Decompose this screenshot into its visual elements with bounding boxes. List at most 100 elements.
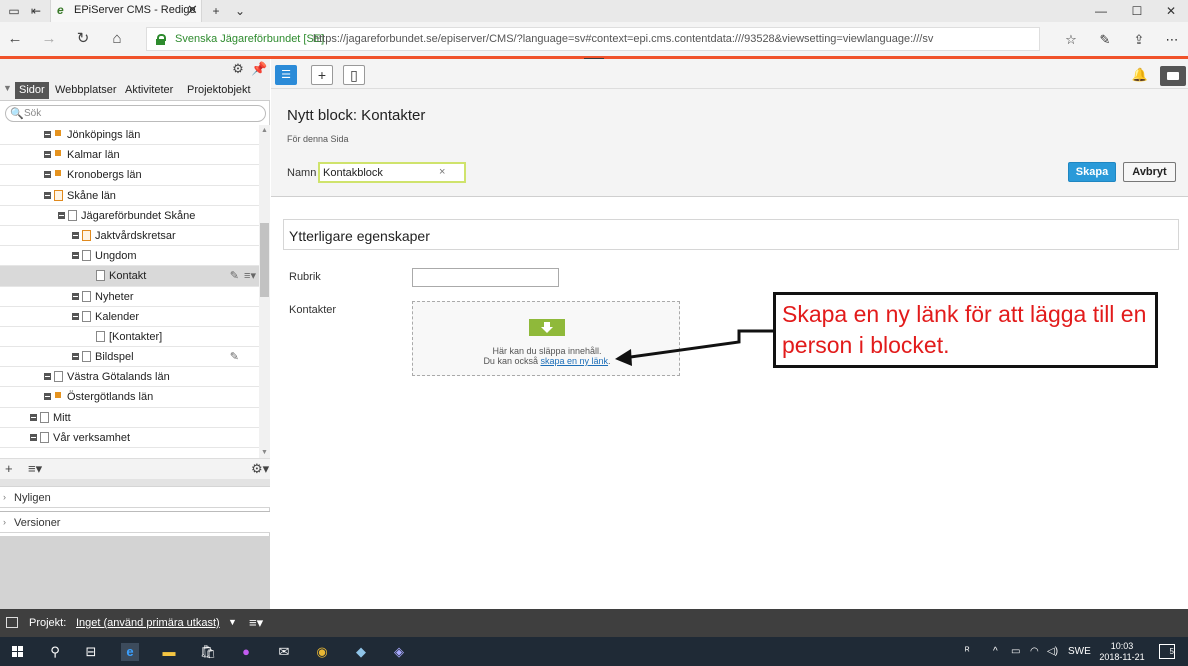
tree-item[interactable]: Mitt (0, 408, 259, 428)
pin-icon[interactable]: 📌 (251, 61, 267, 77)
tree-item[interactable]: Kalmar län (0, 145, 259, 166)
volume-icon[interactable]: ◁) (1047, 646, 1058, 657)
url-text[interactable]: https://jagareforbundet.se/episerver/CMS… (313, 33, 933, 45)
address-field[interactable]: Svenska Jägareförbundet [SE] https://jag… (146, 27, 1040, 51)
tray-overflow-icon[interactable]: ^ (993, 646, 998, 657)
tab-list-chevron-icon[interactable]: ⌄ (232, 3, 248, 19)
tab-projektobjekt[interactable]: Projektobjekt (183, 82, 255, 99)
collapse-toggle-icon[interactable] (30, 413, 37, 421)
close-window-icon[interactable]: ✕ (1156, 2, 1186, 20)
tree-item[interactable]: Jaktvårdskretsar (0, 226, 259, 247)
file-explorer-icon[interactable]: ▬ (160, 643, 178, 661)
collapse-toggle-icon[interactable] (44, 131, 51, 138)
mail-icon[interactable]: ✉ (275, 643, 293, 661)
back-arrow-icon[interactable]: ← (6, 30, 24, 48)
tree-item[interactable]: Ungdom (0, 246, 259, 267)
notes-pen-icon[interactable]: ✎ (1096, 31, 1114, 49)
network-icon[interactable]: ◠ (1030, 646, 1039, 657)
tab-sets-icon[interactable]: ▭ (6, 3, 22, 19)
edit-pencil-icon[interactable]: ✎ (230, 269, 239, 282)
favorites-icon[interactable]: ☆ (1062, 31, 1080, 49)
scroll-down-icon[interactable]: ▼ (259, 447, 270, 458)
chevron-down-icon[interactable]: ▼ (228, 617, 237, 627)
new-tab-icon[interactable]: + (208, 3, 224, 19)
collapse-toggle-icon[interactable] (72, 252, 79, 260)
language-indicator[interactable]: SWE (1068, 646, 1091, 657)
edge-browser-icon[interactable]: e (121, 643, 139, 661)
collapse-toggle-icon[interactable] (72, 292, 79, 300)
add-content-icon[interactable]: + (311, 65, 333, 85)
tab-webbplatser[interactable]: Webbplatser (51, 82, 121, 99)
section-nyligen[interactable]: › Nyligen (0, 486, 270, 508)
task-view-icon[interactable]: ⊟ (82, 643, 100, 661)
add-icon[interactable]: + (5, 461, 13, 477)
tree-item[interactable]: [Kontakter] (0, 327, 259, 348)
notification-bell-icon[interactable]: 🔔 (1132, 67, 1148, 83)
tree-item[interactable]: Kalender (0, 307, 259, 327)
search-icon[interactable]: ⚲ (46, 643, 64, 661)
collapse-toggle-icon[interactable] (44, 191, 51, 199)
tree-item[interactable]: Västra Götalands län (0, 367, 259, 388)
app-icon[interactable]: ● (237, 643, 255, 661)
collapse-toggle-icon[interactable] (72, 353, 79, 361)
refresh-icon[interactable]: ↻ (74, 30, 92, 48)
tree-item[interactable]: Jönköpings län (0, 125, 259, 146)
tree-item[interactable]: Nyheter (0, 287, 259, 307)
menu-lines-icon[interactable]: ≡▾ (28, 461, 42, 477)
name-input[interactable] (323, 166, 433, 179)
maximize-icon[interactable]: ☐ (1122, 2, 1152, 20)
page-tree-toggle-icon[interactable]: ☰ (275, 65, 297, 85)
collapse-toggle-icon[interactable] (30, 433, 37, 441)
create-button[interactable]: Skapa (1068, 162, 1116, 182)
cancel-button[interactable]: Avbryt (1123, 162, 1176, 182)
scroll-up-icon[interactable]: ▲ (259, 125, 270, 136)
system-clock[interactable]: 10:03 2018-11-21 (1097, 641, 1147, 663)
name-field[interactable]: × (318, 162, 466, 183)
tree-item[interactable]: Vår verksamhet (0, 428, 259, 448)
section-versioner[interactable]: › Versioner (0, 511, 270, 533)
create-new-link[interactable]: skapa en ny länk (540, 356, 608, 366)
home-icon[interactable]: ⌂ (108, 30, 126, 48)
more-menu-icon[interactable]: ⋯ (1163, 31, 1181, 49)
minimize-icon[interactable]: — (1086, 2, 1116, 20)
assets-folder-icon[interactable] (1160, 66, 1186, 86)
dev-app-icon[interactable]: ◈ (390, 643, 408, 661)
settings-gear-icon[interactable]: ⚙ (230, 61, 246, 77)
collapse-toggle-icon[interactable] (72, 312, 79, 320)
search-input[interactable] (24, 107, 254, 120)
project-selector[interactable]: Inget (använd primära utkast) (76, 617, 220, 629)
tree-scrollbar[interactable]: ▲ ▼ (259, 125, 270, 458)
tree-item[interactable]: Östergötlands län (0, 387, 259, 408)
store-icon[interactable]: 🛍 (199, 643, 217, 661)
close-tab-icon[interactable]: ✕ (187, 2, 198, 18)
windows-start-icon[interactable] (12, 646, 24, 658)
project-menu-icon[interactable]: ≡▾ (249, 615, 263, 631)
search-box[interactable]: 🔍 (5, 105, 266, 122)
collapse-toggle-icon[interactable] (44, 171, 51, 179)
tree-item[interactable]: Jägareförbundet Skåne (0, 206, 259, 226)
notes-app-icon[interactable]: ◆ (352, 643, 370, 661)
tree-item[interactable]: Kronobergs län (0, 165, 259, 186)
tab-aktiviteter[interactable]: Aktiviteter (121, 82, 177, 99)
tree-item[interactable]: Skåne län (0, 186, 259, 206)
collapse-toggle-icon[interactable] (72, 231, 79, 239)
people-icon[interactable]: ᴿ (965, 646, 970, 657)
scroll-thumb[interactable] (260, 223, 269, 297)
collapse-toggle-icon[interactable] (44, 373, 51, 381)
action-center-icon[interactable]: 5 (1159, 644, 1175, 659)
tab-back-icon[interactable]: ⇤ (28, 3, 44, 19)
chrome-icon[interactable]: ◉ (313, 643, 331, 661)
tab-sidor[interactable]: Sidor (15, 82, 49, 99)
device-preview-icon[interactable]: ▯ (343, 65, 365, 85)
browser-tab[interactable]: e EPiServer CMS - Redige ✕ (50, 0, 202, 22)
tree-item[interactable]: Kontakt ✎ ≡▾ (0, 266, 259, 287)
options-gear-icon[interactable]: ⚙▾ (251, 461, 269, 477)
share-icon[interactable]: ⇪ (1130, 31, 1148, 49)
edit-pencil-icon[interactable]: ✎ (230, 350, 239, 363)
chevron-down-icon[interactable]: ▼ (3, 83, 12, 93)
collapse-toggle-icon[interactable] (44, 393, 51, 401)
forward-arrow-icon[interactable]: → (40, 30, 58, 48)
collapse-toggle-icon[interactable] (44, 151, 51, 159)
tree-item[interactable]: Bildspel ✎ (0, 347, 259, 368)
battery-icon[interactable]: ▭ (1011, 646, 1020, 657)
